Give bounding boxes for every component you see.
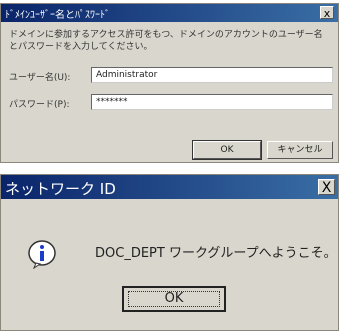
welcome-dialog-titlebar[interactable]: ネットワーク ID X [1, 175, 338, 199]
login-description: ドメインに参加するアクセス許可をもつ、ドメインのアカウントのユーザー名とパスワー… [9, 30, 323, 52]
welcome-dialog-title: ネットワーク ID [5, 180, 116, 198]
ok-button[interactable]: OK [122, 286, 226, 312]
username-field[interactable]: Administrator [91, 67, 333, 83]
close-icon[interactable]: x [320, 6, 334, 20]
login-dialog-title: ﾄﾞﾒｲﾝﾕｰｻﾞｰ名とﾊﾟｽﾜｰﾄﾞ [5, 10, 110, 21]
welcome-message: DOC_DEPT ワークグループへようこそ。 [95, 246, 337, 261]
username-label: ユーザー名(U): [9, 73, 71, 83]
login-dialog: ﾄﾞﾒｲﾝﾕｰｻﾞｰ名とﾊﾟｽﾜｰﾄﾞ x ドメインに参加するアクセス許可をもつ… [0, 3, 339, 163]
close-icon[interactable]: X [318, 179, 335, 196]
login-dialog-titlebar[interactable]: ﾄﾞﾒｲﾝﾕｰｻﾞｰ名とﾊﾟｽﾜｰﾄﾞ x [1, 4, 338, 22]
focus-rect [128, 291, 220, 307]
info-icon [28, 240, 56, 269]
welcome-dialog: ネットワーク ID X DOC_DEPT ワークグループへようこそ。 OK [0, 174, 339, 331]
password-field[interactable]: ******* [91, 94, 333, 110]
password-label: パスワード(P): [9, 100, 70, 110]
ok-button[interactable]: OK [192, 140, 262, 160]
cancel-button[interactable]: キャンセル [267, 141, 333, 159]
